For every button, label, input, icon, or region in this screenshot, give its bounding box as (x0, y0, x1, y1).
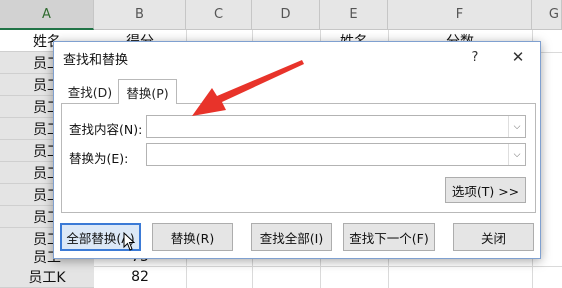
chevron-down-icon[interactable]: ⌵ (508, 144, 525, 165)
find-next-button[interactable]: 查找下一个(F) (343, 223, 435, 251)
replace-with-label: 替换为(E): (69, 151, 129, 166)
replace-panel: 查找内容(N): ⌵ 替换为(E): ⌵ 选项(T) >> (61, 103, 536, 213)
find-what-input[interactable]: ⌵ (146, 115, 526, 138)
find-all-button[interactable]: 查找全部(I) (251, 223, 332, 251)
find-replace-dialog: 查找和替换 ? ✕ 查找(D) 替换(P) 查找内容(N): ⌵ 替换为(E):… (53, 41, 541, 259)
column-header-d[interactable]: D (252, 0, 320, 30)
column-header-a[interactable]: A (0, 0, 94, 30)
chevron-down-icon[interactable]: ⌵ (508, 116, 525, 137)
options-button[interactable]: 选项(T) >> (445, 177, 526, 203)
help-button[interactable]: ? (465, 46, 485, 68)
column-header-e[interactable]: E (320, 0, 388, 30)
dialog-titlebar[interactable]: 查找和替换 ? ✕ (54, 42, 540, 72)
tab-replace[interactable]: 替换(P) (118, 79, 177, 104)
column-header-f[interactable]: F (388, 0, 532, 30)
find-what-label: 查找内容(N): (69, 122, 143, 137)
replace-with-input[interactable]: ⌵ (146, 143, 526, 166)
column-header-b[interactable]: B (94, 0, 186, 30)
column-header-g[interactable]: G (532, 0, 562, 30)
mouse-cursor-icon (123, 232, 135, 251)
dialog-title: 查找和替换 (63, 53, 129, 68)
cell-b12[interactable]: 82 (94, 266, 186, 288)
replace-button[interactable]: 替换(R) (152, 223, 233, 251)
close-button[interactable]: 关闭 (453, 223, 534, 251)
close-icon[interactable]: ✕ (507, 46, 529, 68)
cell-a12[interactable]: 员工K (0, 266, 94, 288)
tab-find[interactable]: 查找(D) (64, 79, 116, 103)
column-header-c[interactable]: C (186, 0, 252, 30)
